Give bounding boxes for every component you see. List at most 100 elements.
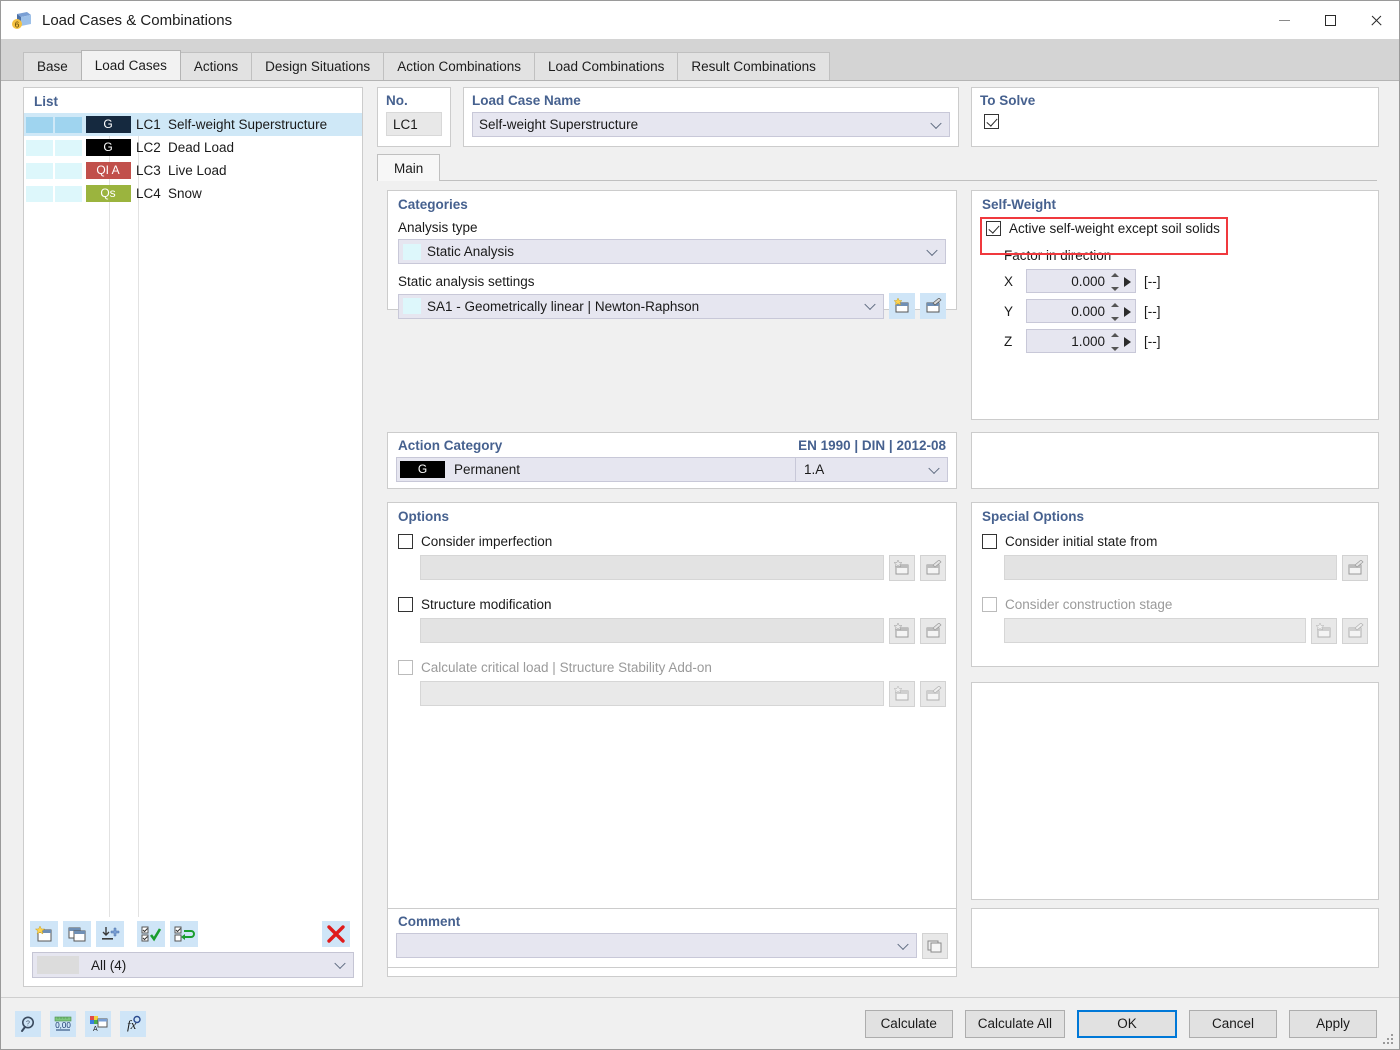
consider-imperfection-row[interactable]: Consider imperfection xyxy=(398,534,946,549)
tab-main[interactable]: Main xyxy=(377,154,441,181)
insert-load-case-button[interactable] xyxy=(96,921,124,947)
new-load-case-button[interactable] xyxy=(30,921,58,947)
svg-text:fx: fx xyxy=(127,1017,137,1032)
row-color-swatch-a xyxy=(26,185,53,202)
close-button[interactable] xyxy=(1353,1,1399,39)
cancel-button[interactable]: Cancel xyxy=(1189,1009,1277,1038)
window-title: Load Cases & Combinations xyxy=(42,11,233,29)
factor-z-unit: [--] xyxy=(1144,333,1161,349)
svg-text:0,00: 0,00 xyxy=(55,1021,71,1030)
consider-initial-state-checkbox[interactable] xyxy=(982,534,997,549)
display-properties-button[interactable]: A xyxy=(85,1010,111,1037)
load-case-name-input[interactable]: Self-weight Superstructure xyxy=(472,112,950,137)
invert-selection-button[interactable] xyxy=(170,921,198,947)
comment-library-button[interactable] xyxy=(922,933,948,959)
calculate-critical-load-label: Calculate critical load | Structure Stab… xyxy=(421,660,712,675)
row-color-swatch-a xyxy=(26,116,53,133)
row-tag-cell: G xyxy=(84,139,132,156)
empty-panel-lower xyxy=(971,908,1379,968)
structure-modification-checkbox[interactable] xyxy=(398,597,413,612)
edit-imperfection-button[interactable] xyxy=(920,555,946,581)
spinner-icon[interactable] xyxy=(1110,333,1119,351)
new-settings-button[interactable] xyxy=(889,293,915,319)
tab-design-situations[interactable]: Design Situations xyxy=(251,52,385,80)
comment-input[interactable] xyxy=(396,933,917,958)
row-number: LC3 xyxy=(136,163,161,178)
action-tag: G xyxy=(85,139,131,156)
action-tag: QI A xyxy=(85,162,131,179)
factor-y-axis-label: Y xyxy=(1004,303,1014,319)
select-all-button[interactable] xyxy=(137,921,165,947)
new-construction-stage-button xyxy=(1311,618,1337,644)
list-title: List xyxy=(34,94,59,109)
edit-settings-button[interactable] xyxy=(920,293,946,319)
table-row[interactable]: QI A LC3 Live Load xyxy=(24,159,362,182)
delete-load-case-button[interactable] xyxy=(322,921,350,947)
edit-construction-stage-button xyxy=(1342,618,1368,644)
consider-imperfection-checkbox[interactable] xyxy=(398,534,413,549)
tab-base[interactable]: Base xyxy=(23,52,82,80)
table-row[interactable]: G LC1 Self-weight Superstructure xyxy=(24,113,362,136)
edit-structure-modification-button[interactable] xyxy=(920,618,946,644)
maximize-icon xyxy=(1324,14,1336,26)
action-category-subtype-dropdown[interactable]: 1.A xyxy=(796,457,948,482)
consider-construction-stage-row: Consider construction stage xyxy=(982,597,1368,612)
expand-arrow-icon[interactable] xyxy=(1124,337,1131,347)
row-name: Dead Load xyxy=(168,140,235,155)
formula-button[interactable]: fx xyxy=(120,1010,146,1037)
close-icon xyxy=(1370,14,1383,27)
new-stability-case-button xyxy=(889,681,915,707)
tab-result-combinations[interactable]: Result Combinations xyxy=(677,52,830,80)
calculate-button[interactable]: Calculate xyxy=(864,1009,953,1038)
tab-actions[interactable]: Actions xyxy=(179,52,253,80)
spinner-icon[interactable] xyxy=(1110,273,1119,291)
factor-y-unit: [--] xyxy=(1144,303,1161,319)
active-self-weight-row[interactable]: Active self-weight except soil solids xyxy=(986,221,1378,236)
row-tag-cell: QI A xyxy=(84,162,132,179)
help-button[interactable]: ? xyxy=(15,1010,41,1037)
maximize-button[interactable] xyxy=(1307,1,1353,39)
factor-x-row: X 0.000 [--] xyxy=(1004,269,1378,293)
action-category-value[interactable]: G Permanent xyxy=(396,457,796,482)
action-category-box: Action Category EN 1990 | DIN | 2012-08 … xyxy=(387,432,957,489)
load-case-name-box: Load Case Name Self-weight Superstructur… xyxy=(463,87,959,147)
tab-load-combinations[interactable]: Load Combinations xyxy=(534,52,679,80)
calculate-all-button[interactable]: Calculate All xyxy=(964,1009,1065,1038)
tab-action-combinations[interactable]: Action Combinations xyxy=(383,52,536,80)
factor-y-input[interactable]: 0.000 xyxy=(1026,299,1136,323)
apply-button[interactable]: Apply xyxy=(1289,1009,1377,1038)
units-button[interactable]: 0,00 xyxy=(50,1010,76,1037)
copy-load-case-button[interactable] xyxy=(63,921,91,947)
static-analysis-settings-dropdown[interactable]: SA1 - Geometrically linear | Newton-Raph… xyxy=(398,293,884,319)
svg-text:A: A xyxy=(93,1026,98,1033)
tab-load-cases[interactable]: Load Cases xyxy=(80,50,181,80)
factor-x-value: 0.000 xyxy=(1071,273,1105,289)
factor-z-input[interactable]: 1.000 xyxy=(1026,329,1136,353)
list-toolbar xyxy=(24,917,362,949)
analysis-type-label: Analysis type xyxy=(398,220,478,235)
active-self-weight-checkbox[interactable] xyxy=(986,221,1001,236)
consider-imperfection-label: Consider imperfection xyxy=(421,534,553,549)
resize-grip-icon[interactable] xyxy=(1383,1034,1395,1046)
new-imperfection-button[interactable] xyxy=(889,555,915,581)
edit-initial-state-button[interactable] xyxy=(1342,555,1368,581)
ok-button[interactable]: OK xyxy=(1077,1009,1177,1038)
static-analysis-settings-value: SA1 - Geometrically linear | Newton-Raph… xyxy=(427,298,700,314)
to-solve-checkbox[interactable] xyxy=(984,114,999,129)
analysis-type-dropdown[interactable]: Static Analysis xyxy=(398,239,946,264)
minimize-button[interactable] xyxy=(1261,1,1307,39)
consider-initial-state-row[interactable]: Consider initial state from xyxy=(982,534,1368,549)
table-row[interactable]: Qs LC4 Snow xyxy=(24,182,362,205)
expand-arrow-icon[interactable] xyxy=(1124,307,1131,317)
factor-x-input[interactable]: 0.000 xyxy=(1026,269,1136,293)
structure-modification-row[interactable]: Structure modification xyxy=(398,597,946,612)
table-row[interactable]: G LC2 Dead Load xyxy=(24,136,362,159)
expand-arrow-icon[interactable] xyxy=(1124,277,1131,287)
new-structure-modification-button[interactable] xyxy=(889,618,915,644)
list-filter-dropdown[interactable]: All (4) xyxy=(32,952,354,978)
spinner-icon[interactable] xyxy=(1110,303,1119,321)
sub-tab-bar: Main xyxy=(377,154,1377,181)
footer-toolbar: ? 0,00 A fx xyxy=(1,1010,146,1037)
row-tag-cell: G xyxy=(84,116,132,133)
special-options-box: Special Options Consider initial state f… xyxy=(971,502,1379,667)
